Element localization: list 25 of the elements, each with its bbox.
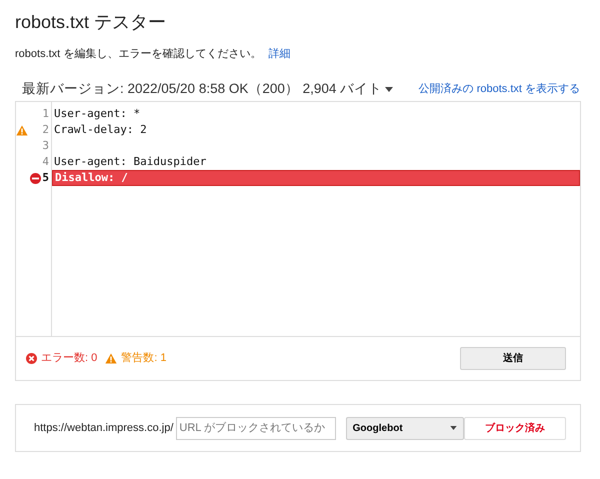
line-number: 4 bbox=[42, 154, 49, 170]
line-number: 1 bbox=[42, 106, 49, 122]
error-count: エラー数: 0 bbox=[41, 351, 98, 366]
caret-icon bbox=[385, 87, 394, 92]
view-published-link[interactable]: 公開済みの robots.txt を表示する bbox=[418, 81, 580, 98]
url-input-field[interactable]: URL がブロックされているか bbox=[176, 416, 336, 440]
caret-icon bbox=[450, 426, 457, 430]
user-agent-dropdown[interactable]: Googlebot bbox=[346, 416, 464, 440]
line-number: 5 bbox=[42, 170, 49, 186]
version-dropdown[interactable]: 最新バージョン: 2022/05/20 8:58 OK（200） 2,904 バイト bbox=[22, 79, 394, 100]
submit-button[interactable]: 送信 bbox=[460, 347, 566, 370]
warning-count: 警告数: 1 bbox=[121, 350, 166, 366]
code-line: Crawl-delay: 2 bbox=[54, 122, 147, 138]
details-link[interactable]: 詳細 bbox=[268, 48, 290, 60]
code-editor[interactable]: 1 2 3 4 5 User-agent: * Crawl-delay: 2 User-agent: Baiduspider Disallow: / bbox=[15, 101, 581, 337]
intro-text: robots.txt を編集し、エラーを確認してください。 bbox=[15, 48, 262, 60]
base-url: https://webtan.impress.co.jp/ bbox=[34, 420, 174, 436]
line-number: 3 bbox=[42, 138, 49, 154]
blocked-result-button[interactable]: ブロック済み bbox=[464, 416, 566, 440]
error-icon bbox=[26, 353, 37, 364]
warning-icon bbox=[105, 353, 118, 364]
page-title: robots.txt テスター bbox=[14, 11, 168, 34]
line-number: 2 bbox=[42, 122, 49, 138]
code-line: User-agent: * bbox=[54, 106, 140, 122]
code-line: User-agent: Baiduspider bbox=[54, 154, 206, 170]
